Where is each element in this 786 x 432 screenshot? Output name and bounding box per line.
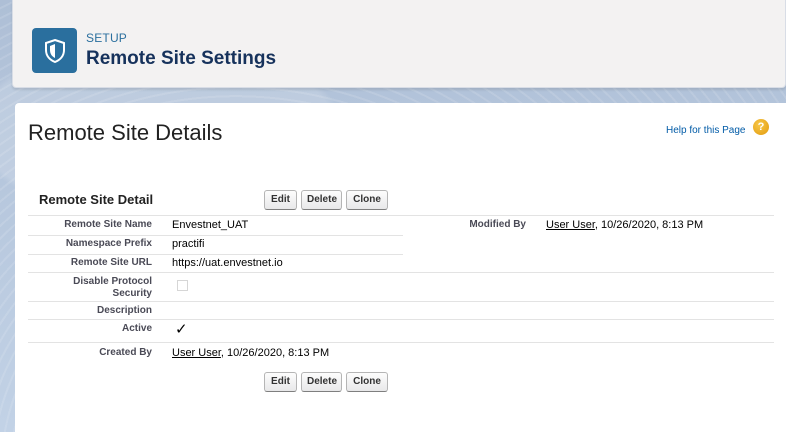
active-checkmark-icon: ✓ xyxy=(175,321,188,338)
disable-protocol-security-checkbox xyxy=(177,280,188,291)
created-by-label: Created By xyxy=(99,347,152,358)
divider xyxy=(28,272,774,273)
active-label: Active xyxy=(121,323,152,334)
divider xyxy=(28,235,403,236)
remote-site-name-label: Remote Site Name xyxy=(64,219,152,230)
remote-site-name-value: Envestnet_UAT xyxy=(172,219,249,231)
edit-button-bottom[interactable]: Edit xyxy=(264,372,297,392)
header-title: Remote Site Settings xyxy=(86,48,277,69)
created-by-date: , 10/26/2020, 8:13 PM xyxy=(220,347,330,359)
page-header: SETUP Remote Site Settings xyxy=(12,0,786,88)
clone-button[interactable]: Clone xyxy=(346,190,388,210)
divider xyxy=(28,301,774,302)
clone-button-bottom[interactable]: Clone xyxy=(346,372,388,392)
section-title: Remote Site Detail xyxy=(39,192,154,207)
divider xyxy=(28,319,774,320)
divider xyxy=(28,342,774,343)
divider xyxy=(28,254,403,255)
content-card: Remote Site Details Help for this Page ?… xyxy=(15,103,786,432)
modified-by-user-link[interactable]: User User xyxy=(546,219,595,231)
disable-protocol-security-label: Disable Protocol Security xyxy=(73,276,152,299)
page-title: Remote Site Details xyxy=(28,120,223,145)
delete-button-bottom[interactable]: Delete xyxy=(301,372,342,392)
description-label: Description xyxy=(96,305,152,316)
shield-icon xyxy=(32,28,77,73)
delete-button[interactable]: Delete xyxy=(301,190,342,210)
help-link[interactable]: Help for this Page xyxy=(666,125,746,136)
created-by-user-link[interactable]: User User xyxy=(172,347,221,359)
namespace-prefix-value: practifi xyxy=(172,238,205,250)
divider xyxy=(28,215,774,216)
remote-site-url-value: https://uat.envestnet.io xyxy=(172,257,283,269)
help-icon[interactable]: ? xyxy=(753,119,769,135)
edit-button[interactable]: Edit xyxy=(264,190,297,210)
modified-by-date: , 10/26/2020, 8:13 PM xyxy=(594,219,704,231)
namespace-prefix-label: Namespace Prefix xyxy=(65,238,152,249)
modified-by-label: Modified By xyxy=(469,219,526,230)
remote-site-url-label: Remote Site URL xyxy=(70,257,152,268)
created-by-value: User User, 10/26/2020, 8:13 PM xyxy=(172,347,329,359)
header-eyebrow: SETUP xyxy=(86,31,128,45)
modified-by-value: User User, 10/26/2020, 8:13 PM xyxy=(546,219,703,231)
